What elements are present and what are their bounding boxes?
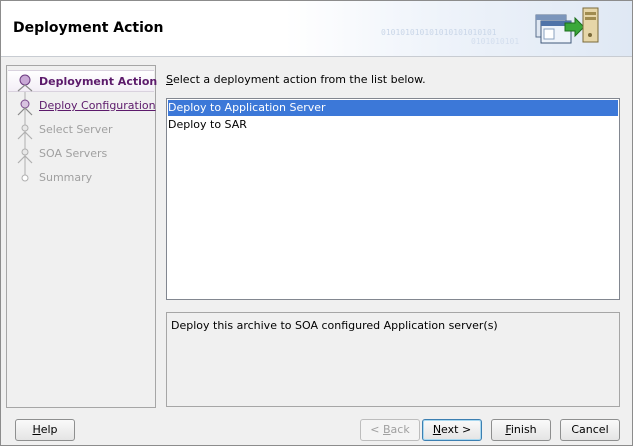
nav-step-label: Summary xyxy=(39,171,93,184)
current-step-icon xyxy=(17,74,33,92)
action-description-panel: Deploy this archive to SOA configured Ap… xyxy=(166,312,620,407)
binary-decoration: 010101010101010101010101 xyxy=(381,28,497,37)
help-rest: elp xyxy=(40,423,58,436)
finish-button[interactable]: Finish xyxy=(491,419,551,441)
nav-step-soa-servers: SOA Servers xyxy=(7,143,155,165)
help-button[interactable]: Help xyxy=(15,419,75,441)
cancel-button[interactable]: Cancel xyxy=(560,419,620,441)
instruction-text: Select a deployment action from the list… xyxy=(166,73,426,86)
nav-step-deploy-configuration[interactable]: Deploy Configuration xyxy=(7,95,156,117)
help-mnemonic: H xyxy=(32,423,41,436)
nav-step-label: Deploy Configuration xyxy=(39,99,156,112)
back-rest: ack xyxy=(390,423,410,436)
nav-step-label: SOA Servers xyxy=(39,147,108,160)
back-button[interactable]: < Back xyxy=(360,419,420,441)
list-item-label: Deploy to Application Server xyxy=(168,101,326,114)
step-node-icon xyxy=(17,148,33,164)
finish-rest: inish xyxy=(510,423,537,436)
nav-step-label: Deployment Action xyxy=(39,75,158,88)
nav-step-summary: Summary xyxy=(7,167,155,189)
list-item-deploy-to-sar[interactable]: Deploy to SAR xyxy=(168,117,618,133)
list-item-label: Deploy to SAR xyxy=(168,118,247,131)
instruction-mnemonic: S xyxy=(166,73,173,86)
nav-step-deployment-action[interactable]: Deployment Action xyxy=(7,71,158,93)
list-item-deploy-to-application-server[interactable]: Deploy to Application Server xyxy=(168,100,618,116)
wizard-step-nav: Deployment Action Deploy Configuration S… xyxy=(6,65,158,408)
deploy-to-server-icon xyxy=(535,7,599,44)
next-mnemonic: N xyxy=(432,423,442,436)
page-title: Deployment Action xyxy=(13,20,164,36)
action-description: Deploy this archive to SOA configured Ap… xyxy=(171,319,498,332)
nav-step-select-server: Select Server xyxy=(7,119,155,141)
next-button[interactable]: Next > xyxy=(422,419,482,441)
step-node-icon xyxy=(17,124,33,140)
deployment-action-list[interactable]: Deploy to Application Server Deploy to S… xyxy=(166,98,620,300)
step-node-icon xyxy=(17,99,33,116)
dialog-header: Deployment Action 0101010101010101010101… xyxy=(1,1,632,57)
next-rest: ext > xyxy=(441,423,472,436)
deployment-dialog: Deployment Action 0101010101010101010101… xyxy=(0,0,633,446)
binary-decoration-2: 0101010101 xyxy=(471,37,520,46)
instruction-rest: elect a deployment action from the list … xyxy=(172,73,426,86)
back-prefix: < xyxy=(370,423,383,436)
nav-step-label: Select Server xyxy=(39,123,113,136)
back-mnemonic: B xyxy=(383,423,391,436)
step-end-icon xyxy=(21,174,29,182)
